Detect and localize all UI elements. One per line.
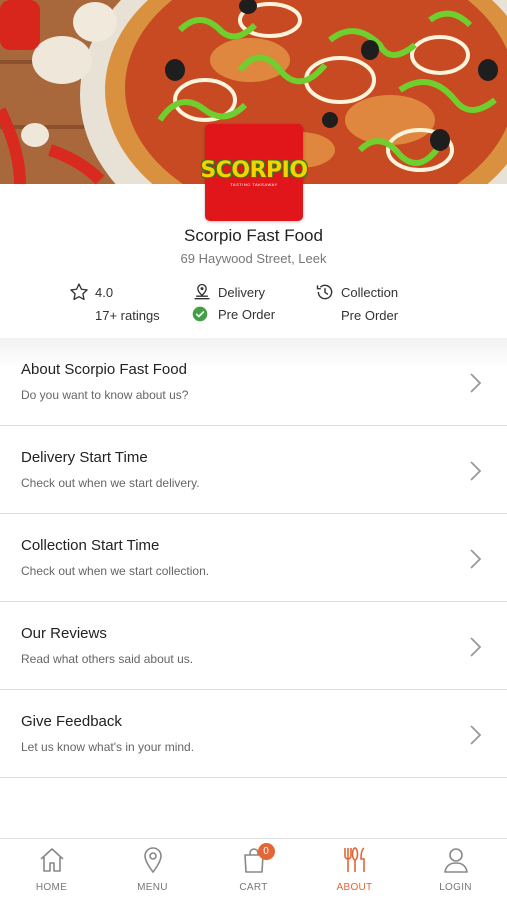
chevron-right-icon <box>470 373 482 393</box>
bottom-navigation: HOME MENU 0 CART ABOUT LOGIN <box>0 838 507 900</box>
logo-tagline: TASTING TAKEAWAY <box>230 182 278 187</box>
chevron-right-icon <box>470 461 482 481</box>
row-title: Our Reviews <box>21 625 107 642</box>
nav-home-label: HOME <box>35 882 68 893</box>
row-subtitle: Do you want to know about us? <box>21 388 189 402</box>
fork-knife-icon <box>340 845 370 875</box>
give-feedback-row[interactable]: Give Feedback Let us know what's in your… <box>0 690 507 778</box>
restaurant-logo: SCORPIO TASTING TAKEAWAY <box>200 124 308 221</box>
collection-start-time-row[interactable]: Collection Start Time Check out when we … <box>0 514 507 602</box>
delivery-start-time-row[interactable]: Delivery Start Time Check out when we st… <box>0 426 507 514</box>
cart-bag-icon: 0 <box>239 843 275 875</box>
location-pin-icon <box>138 845 168 875</box>
nav-login-label: LOGIN <box>439 882 472 893</box>
row-title: About Scorpio Fast Food <box>21 361 187 378</box>
restaurant-address: 69 Haywood Street, Leek <box>180 251 327 266</box>
about-restaurant-row[interactable]: About Scorpio Fast Food Do you want to k… <box>0 338 507 426</box>
delivery-mode: Pre Order <box>192 306 275 322</box>
nav-cart-label: CART <box>239 882 268 893</box>
row-title: Collection Start Time <box>21 537 160 554</box>
nav-cart[interactable]: 0 CART <box>203 839 304 900</box>
delivery-pin-icon <box>192 282 212 302</box>
collection-mode: Pre Order <box>341 308 399 323</box>
history-clock-icon <box>315 282 335 302</box>
home-icon <box>37 845 67 875</box>
nav-home[interactable]: HOME <box>1 839 102 900</box>
logo-wordmark: SCORPIO <box>200 158 308 183</box>
chevron-right-icon <box>470 637 482 657</box>
star-icon <box>69 282 89 302</box>
chevron-right-icon <box>470 725 482 745</box>
nav-login[interactable]: LOGIN <box>405 839 506 900</box>
ratings-count: 17+ ratings <box>95 308 160 323</box>
delivery-label: Delivery <box>218 284 265 300</box>
nav-menu-label: MENU <box>137 882 168 893</box>
row-subtitle: Read what others said about us. <box>21 652 194 666</box>
nav-menu[interactable]: MENU <box>102 839 203 900</box>
our-reviews-row[interactable]: Our Reviews Read what others said about … <box>0 602 507 690</box>
chevron-right-icon <box>470 549 482 569</box>
row-title: Delivery Start Time <box>21 449 148 466</box>
collection-label: Collection <box>341 284 399 300</box>
nav-about-label: ABOUT <box>336 882 373 893</box>
about-menu-list: About Scorpio Fast Food Do you want to k… <box>0 338 507 778</box>
restaurant-stats: 4.0 17+ ratings Delivery Pre Order Colle… <box>0 280 507 330</box>
user-icon <box>441 845 471 875</box>
restaurant-name: Scorpio Fast Food <box>184 226 323 245</box>
row-subtitle: Let us know what's in your mind. <box>21 740 195 754</box>
rating-stat: 4.0 <box>69 282 113 302</box>
check-circle-icon <box>192 306 208 322</box>
cart-count-badge: 0 <box>257 843 275 860</box>
row-subtitle: Check out when we start delivery. <box>21 476 200 490</box>
rating-value: 4.0 <box>95 284 114 300</box>
nav-about[interactable]: ABOUT <box>304 839 405 900</box>
row-title: Give Feedback <box>21 713 122 730</box>
row-subtitle: Check out when we start collection. <box>21 564 210 578</box>
collection-stat: Collection <box>315 282 398 302</box>
delivery-mode-text: Pre Order <box>218 306 276 322</box>
delivery-stat: Delivery <box>192 282 265 302</box>
